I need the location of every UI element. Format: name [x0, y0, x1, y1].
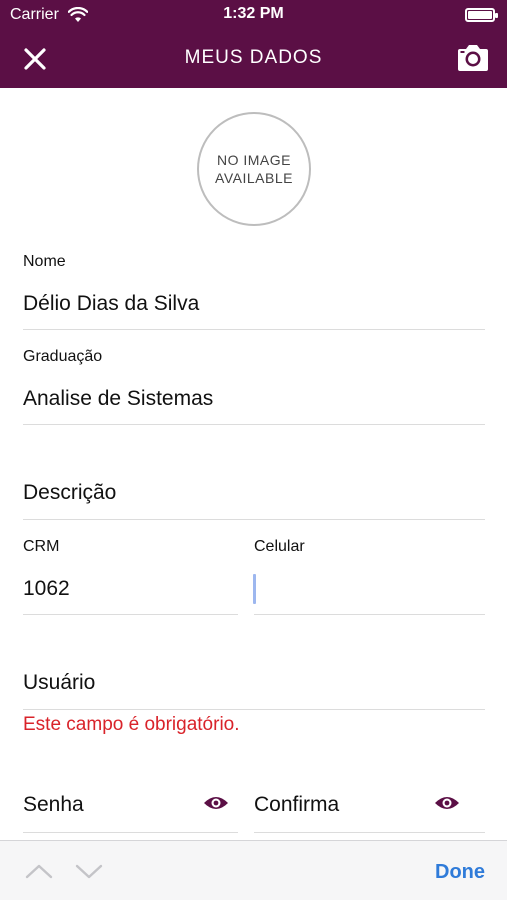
page-title: MEUS DADOS — [184, 47, 323, 68]
descricao-input[interactable]: Descrição — [23, 481, 116, 505]
usuario-underline — [23, 709, 485, 710]
descricao-underline — [23, 519, 485, 520]
crm-input[interactable]: 1062 — [23, 577, 70, 601]
battery-icon — [465, 8, 498, 22]
camera-icon[interactable] — [455, 42, 491, 74]
celular-underline — [254, 614, 485, 615]
show-password-eye-icon[interactable] — [203, 794, 229, 812]
done-button[interactable]: Done — [435, 861, 485, 884]
senha-underline — [23, 832, 238, 833]
graduacao-underline — [23, 424, 485, 425]
avatar-text-line1: NO IMAGE — [216, 152, 291, 168]
keyboard-toolbar: Done — [0, 840, 507, 900]
status-bar: Carrier 1:32 PM — [0, 0, 507, 30]
confirma-underline — [254, 832, 485, 833]
senha-input[interactable]: Senha — [23, 793, 84, 817]
avatar-text-line2: AVAILABLE — [215, 170, 293, 186]
crm-label: CRM — [23, 538, 60, 555]
usuario-error-message: Este campo é obrigatório. — [23, 714, 240, 735]
chevron-down-icon[interactable] — [74, 859, 104, 883]
show-confirm-password-eye-icon[interactable] — [434, 794, 460, 812]
nome-underline — [23, 329, 485, 330]
nome-label: Nome — [23, 253, 66, 270]
nav-bar: MEUS DADOS — [0, 30, 507, 88]
graduacao-input[interactable]: Analise de Sistemas — [23, 387, 213, 411]
avatar-placeholder[interactable]: NO IMAGE AVAILABLE — [197, 112, 311, 226]
celular-label: Celular — [254, 538, 305, 555]
nome-input[interactable]: Délio Dias da Silva — [23, 292, 199, 316]
chevron-up-icon[interactable] — [24, 859, 54, 883]
crm-underline — [23, 614, 238, 615]
usuario-input[interactable]: Usuário — [23, 671, 95, 695]
confirma-input[interactable]: Confirma — [254, 793, 339, 817]
graduacao-label: Graduação — [23, 348, 103, 365]
clock: 1:32 PM — [223, 5, 284, 22]
celular-input[interactable] — [254, 570, 485, 610]
